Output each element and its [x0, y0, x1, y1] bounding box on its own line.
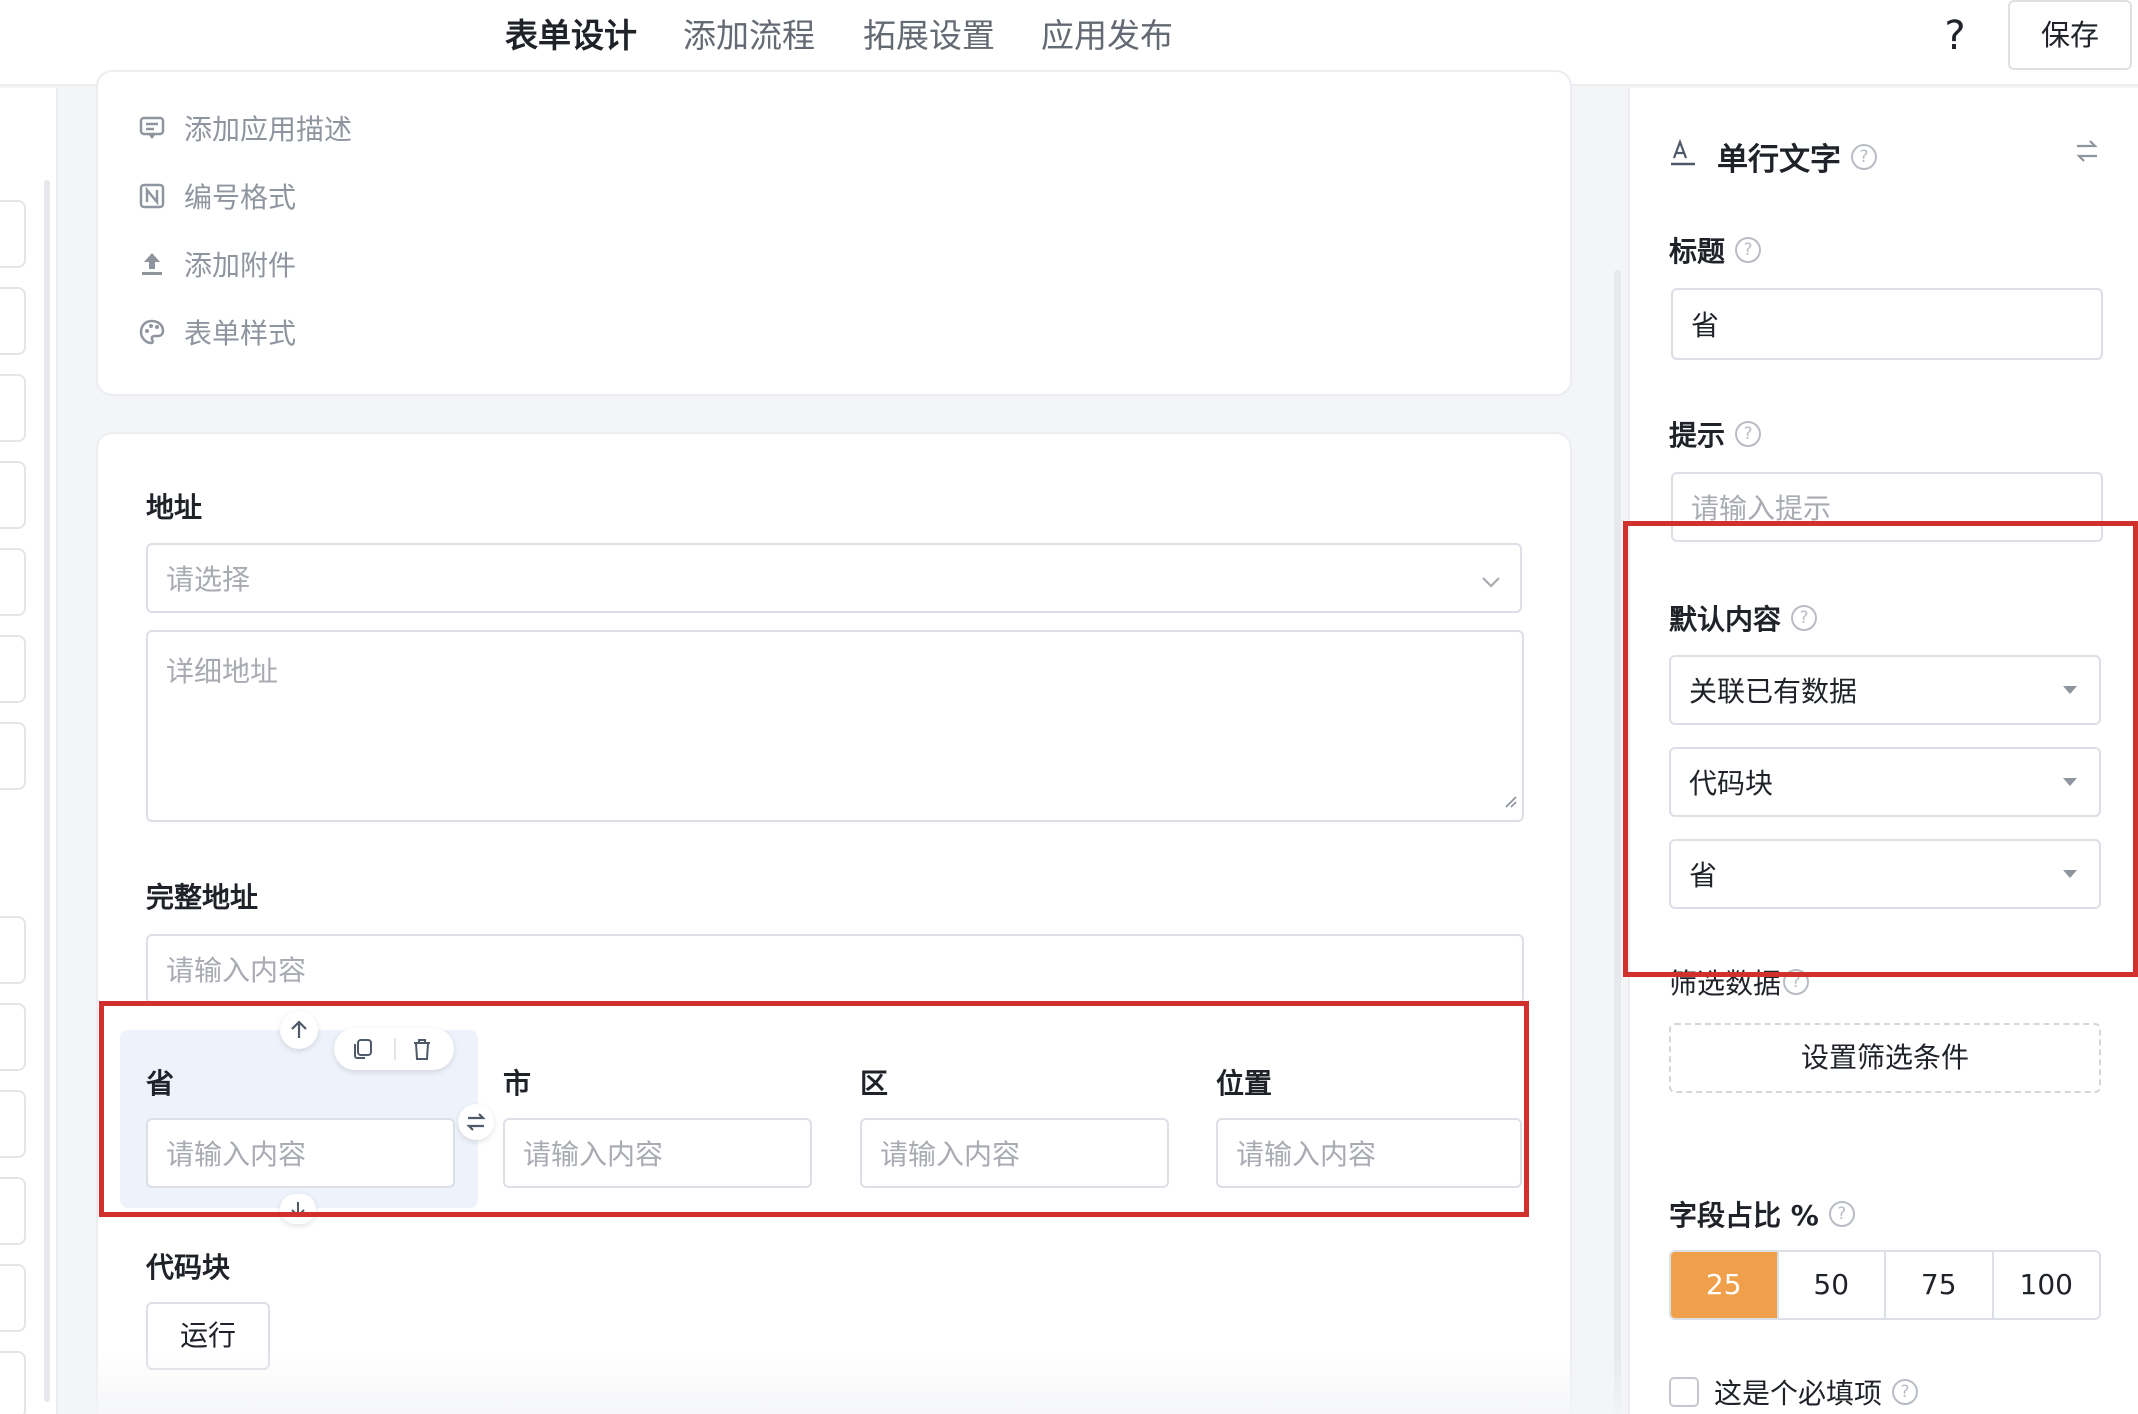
sidebar-component-item[interactable]: [0, 1264, 26, 1332]
settings-item-number-format[interactable]: 编号格式: [138, 178, 296, 214]
required-checkbox[interactable]: [1669, 1377, 1699, 1407]
row-fields-highlight-box: [99, 1001, 1529, 1217]
field-width-label-text: 字段占比 %: [1669, 1199, 1819, 1232]
default-content-highlight-box: [1623, 521, 2138, 977]
switch-field-type-icon[interactable]: [2074, 138, 2100, 168]
sidebar-component-item[interactable]: [0, 548, 26, 616]
palette-icon: [138, 318, 166, 346]
title-label: 标题 ?: [1669, 230, 1762, 270]
full-address-input[interactable]: 请输入内容: [146, 934, 1524, 1004]
tab-extension-settings[interactable]: 拓展设置: [863, 14, 995, 58]
width-option-50[interactable]: 50: [1776, 1252, 1885, 1318]
full-address-field-label: 完整地址: [146, 881, 259, 914]
address-field-label: 地址: [146, 491, 203, 524]
width-option-100[interactable]: 100: [1991, 1252, 2100, 1318]
address-region-select[interactable]: 请选择: [146, 543, 1522, 613]
sidebar-component-item[interactable]: [0, 461, 26, 529]
help-circle-icon[interactable]: ?: [1735, 237, 1762, 263]
settings-item-label: 添加附件: [184, 249, 297, 282]
field-width-selector: 25 50 75 100: [1669, 1250, 2101, 1320]
number-format-icon: [138, 182, 166, 210]
sidebar-component-item[interactable]: [0, 722, 26, 790]
full-address-placeholder: 请输入内容: [166, 954, 307, 987]
help-circle-icon[interactable]: ?: [1735, 421, 1762, 447]
help-circle-icon[interactable]: ?: [1892, 1379, 1919, 1405]
hint-label: 提示 ?: [1669, 414, 1762, 454]
help-circle-icon[interactable]: ?: [1828, 1201, 1855, 1227]
width-option-75[interactable]: 75: [1884, 1252, 1992, 1318]
title-input[interactable]: 省: [1671, 288, 2103, 360]
sidebar-component-item[interactable]: [0, 374, 26, 442]
required-label: 这是个必填项 ?: [1714, 1372, 1919, 1412]
title-input-value: 省: [1691, 309, 1720, 342]
settings-item-label: 表单样式: [184, 317, 297, 350]
run-button[interactable]: 运行: [146, 1302, 270, 1370]
sidebar-component-item[interactable]: [0, 916, 26, 984]
address-detail-placeholder: 详细地址: [166, 655, 279, 688]
address-select-placeholder: 请选择: [166, 563, 251, 596]
tab-app-publish[interactable]: 应用发布: [1041, 14, 1173, 58]
sidebar-component-item[interactable]: [0, 287, 26, 355]
code-block-field-label: 代码块: [146, 1251, 231, 1284]
upload-icon: [138, 250, 166, 278]
settings-item-description[interactable]: 添加应用描述: [138, 110, 352, 146]
field-width-label: 字段占比 % ?: [1669, 1194, 1855, 1234]
sidebar-component-item[interactable]: [0, 635, 26, 703]
component-sidebar: [0, 88, 58, 1414]
set-filter-button[interactable]: 设置筛选条件: [1669, 1023, 2101, 1093]
address-detail-textarea[interactable]: 详细地址: [146, 630, 1524, 822]
sidebar-component-item[interactable]: [0, 1090, 26, 1158]
save-button[interactable]: 保存: [2008, 0, 2132, 70]
settings-item-label: 添加应用描述: [184, 113, 353, 146]
settings-item-label: 编号格式: [184, 181, 297, 214]
text-field-icon: [1669, 138, 1697, 176]
field-type-header: 单行文字 ?: [1669, 134, 1877, 179]
sidebar-component-item[interactable]: [0, 1351, 26, 1414]
title-label-text: 标题: [1669, 235, 1726, 268]
canvas-scrollbar[interactable]: [1614, 270, 1621, 1414]
field-type-title: 单行文字: [1717, 142, 1841, 178]
sidebar-component-item[interactable]: [0, 1003, 26, 1071]
width-option-25[interactable]: 25: [1671, 1252, 1777, 1318]
resize-handle-icon[interactable]: [1502, 783, 1518, 816]
help-circle-icon[interactable]: ?: [1851, 143, 1877, 170]
settings-item-form-style[interactable]: 表单样式: [138, 314, 296, 350]
hint-label-text: 提示: [1669, 419, 1726, 452]
settings-item-attachment[interactable]: 添加附件: [138, 246, 296, 282]
comment-icon: [138, 114, 166, 142]
sidebar-component-item[interactable]: [0, 1177, 26, 1245]
required-label-text: 这是个必填项: [1714, 1377, 1883, 1410]
chevron-down-icon: [1480, 567, 1502, 600]
sidebar-scrollbar[interactable]: [44, 180, 50, 1402]
help-button[interactable]: ?: [1935, 12, 1975, 60]
sidebar-component-item[interactable]: [0, 200, 26, 268]
tab-form-design[interactable]: 表单设计: [505, 14, 637, 58]
tab-add-workflow[interactable]: 添加流程: [683, 14, 815, 58]
